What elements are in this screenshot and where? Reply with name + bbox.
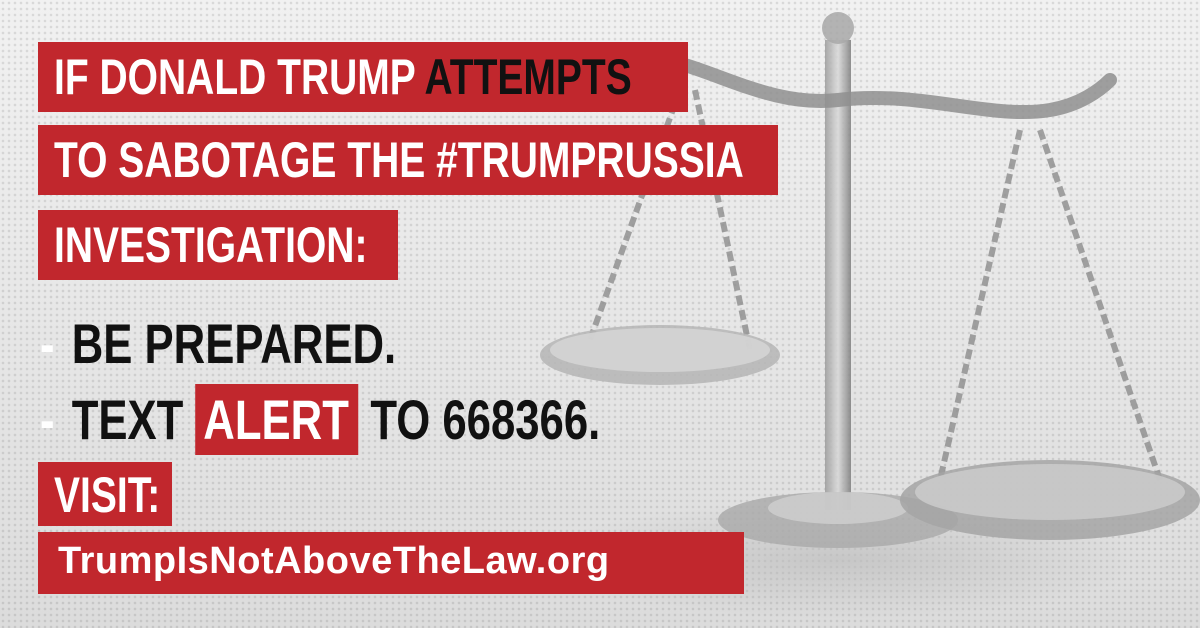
headline-line-1-text: IF DONALD TRUMP ATTEMPTS xyxy=(54,52,632,102)
alert-keyword-badge: ALERT xyxy=(195,384,359,455)
bullet-2-prefix: TEXT xyxy=(71,388,196,451)
website-url-band[interactable]: TrumpIsNotAboveTheLaw.org xyxy=(38,532,744,594)
headline-prefix: IF DONALD TRUMP xyxy=(54,49,425,105)
bullet-be-prepared: - BE PREPARED. xyxy=(40,316,396,372)
headline-line-2: TO SABOTAGE THE #TRUMPRUSSIA xyxy=(38,125,778,195)
bullet-2-suffix: TO 668366. xyxy=(358,388,601,451)
headline-line-3-text: INVESTIGATION: xyxy=(54,217,368,273)
headline-line-1: IF DONALD TRUMP ATTEMPTS xyxy=(38,42,688,112)
bullet-dash: - xyxy=(40,388,55,451)
bullet-text-alert: - TEXT ALERT TO 668366. xyxy=(40,384,600,455)
bullet-dash: - xyxy=(40,312,55,375)
website-url-link[interactable]: TrumpIsNotAboveTheLaw.org xyxy=(58,542,610,580)
headline-line-3: INVESTIGATION: xyxy=(38,210,398,280)
headline-emphasis: ATTEMPTS xyxy=(424,49,632,105)
visit-label-band: VISIT: xyxy=(38,462,172,526)
headline-line-2-text: TO SABOTAGE THE #TRUMPRUSSIA xyxy=(54,132,744,188)
bullet-1-text: BE PREPARED. xyxy=(71,312,397,375)
message-block: IF DONALD TRUMP ATTEMPTS TO SABOTAGE THE… xyxy=(0,0,900,628)
visit-label: VISIT: xyxy=(54,467,161,523)
